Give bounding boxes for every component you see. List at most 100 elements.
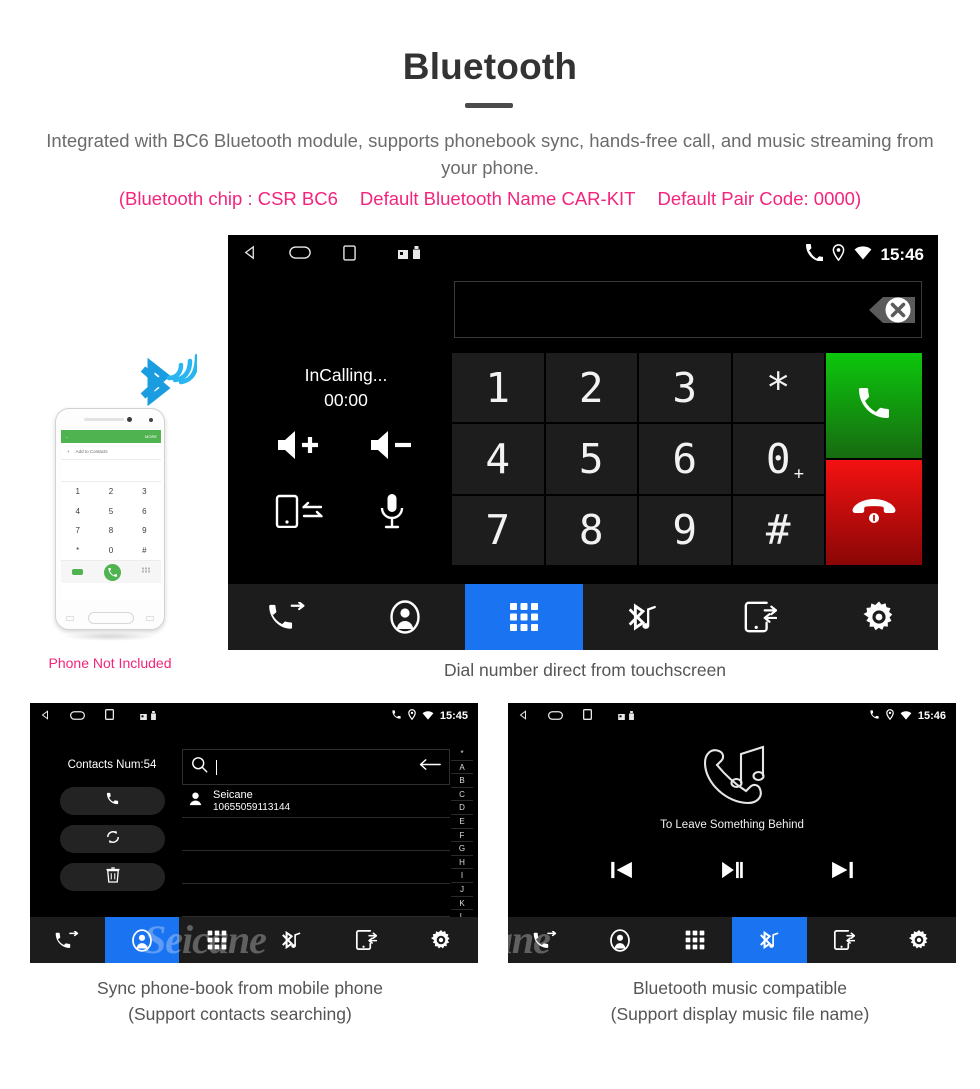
sidebar-item-contacts[interactable] bbox=[104, 917, 180, 963]
plus-icon: + bbox=[67, 448, 70, 454]
recents-icon[interactable] bbox=[343, 244, 356, 266]
recents-icon[interactable] bbox=[105, 707, 114, 725]
key-4[interactable]: 4 bbox=[452, 424, 544, 494]
music-controls[interactable] bbox=[508, 861, 956, 879]
sidebar-item-device-connect[interactable] bbox=[701, 584, 819, 650]
mute-microphone-button[interactable] bbox=[356, 490, 428, 532]
sidebar-item-device-connect[interactable] bbox=[807, 917, 882, 963]
sidebar-item-settings[interactable] bbox=[820, 584, 938, 650]
key-7[interactable]: 7 bbox=[452, 495, 544, 565]
sidebar-item-settings[interactable] bbox=[403, 917, 478, 963]
sidebar-item-call-log[interactable] bbox=[228, 584, 346, 650]
contacts-action-buttons[interactable] bbox=[60, 787, 165, 901]
alpha-index-item[interactable]: J bbox=[451, 883, 473, 897]
sidebar-item-dialpad[interactable] bbox=[657, 917, 732, 963]
page-title: Bluetooth bbox=[402, 46, 578, 87]
alpha-index-item[interactable]: F bbox=[451, 829, 473, 843]
volume-up-button[interactable] bbox=[263, 425, 335, 465]
music-nav-bar[interactable] bbox=[508, 917, 956, 963]
delete-contacts-button[interactable] bbox=[60, 863, 165, 891]
alpha-index-item[interactable]: C bbox=[451, 788, 473, 802]
alpha-index-item[interactable]: A bbox=[451, 761, 473, 775]
key-5[interactable]: 5 bbox=[545, 424, 637, 494]
phone-videocall-icon bbox=[71, 569, 83, 575]
phone-handset-icon bbox=[854, 383, 894, 428]
alpha-index-item[interactable]: I bbox=[451, 869, 473, 883]
volume-down-button[interactable] bbox=[356, 425, 428, 465]
home-icon[interactable] bbox=[548, 707, 563, 725]
alpha-index-item[interactable]: * bbox=[451, 747, 473, 761]
phone-sensor-icon bbox=[127, 417, 132, 422]
status-time: 15:46 bbox=[880, 245, 924, 264]
alpha-index-item[interactable]: H bbox=[451, 856, 473, 870]
sidebar-item-bluetooth-music[interactable] bbox=[732, 917, 807, 963]
phone-add-label: Add to Contacts bbox=[75, 448, 108, 454]
dial-contact-button[interactable] bbox=[60, 787, 165, 815]
alpha-index-item[interactable]: D bbox=[451, 801, 473, 815]
sidebar-item-dialpad[interactable] bbox=[464, 584, 583, 650]
phone-key: 9 bbox=[142, 526, 147, 536]
list-item-empty bbox=[182, 884, 450, 917]
back-icon[interactable] bbox=[242, 245, 257, 265]
phone-key: 1 bbox=[75, 487, 80, 497]
sidebar-item-contacts[interactable] bbox=[583, 917, 658, 963]
contacts-list[interactable]: Seicane 10655059113144 bbox=[182, 785, 450, 917]
key-2[interactable]: 2 bbox=[545, 353, 637, 423]
list-item[interactable]: Seicane 10655059113144 bbox=[182, 785, 450, 818]
alpha-index-item[interactable]: B bbox=[451, 774, 473, 788]
key-8[interactable]: 8 bbox=[545, 495, 637, 565]
sidebar-item-dialpad[interactable] bbox=[179, 917, 254, 963]
phone-icon bbox=[805, 244, 824, 266]
key-label: 5 bbox=[578, 434, 604, 483]
sidebar-item-bluetooth-music[interactable] bbox=[254, 917, 329, 963]
play-pause-button[interactable] bbox=[721, 861, 743, 879]
alpha-index-item[interactable]: K bbox=[451, 897, 473, 911]
home-icon[interactable] bbox=[289, 246, 311, 264]
home-icon[interactable] bbox=[70, 707, 85, 725]
key-9[interactable]: 9 bbox=[639, 495, 731, 565]
sidebar-item-settings[interactable] bbox=[881, 917, 956, 963]
key-3[interactable]: 3 bbox=[639, 353, 731, 423]
phone-action-row bbox=[61, 560, 161, 583]
key-1[interactable]: 1 bbox=[452, 353, 544, 423]
sidebar-item-bluetooth-music[interactable] bbox=[583, 584, 701, 650]
dial-input-field[interactable] bbox=[454, 281, 922, 338]
sd-card-icon bbox=[398, 246, 408, 264]
key-star[interactable]: * bbox=[732, 353, 824, 423]
alpha-index-item[interactable]: G bbox=[451, 842, 473, 856]
clear-input-button[interactable] bbox=[853, 290, 915, 330]
phone-camera-icon bbox=[149, 417, 153, 422]
call-timer: 00:00 bbox=[324, 390, 368, 410]
transfer-audio-button[interactable] bbox=[263, 490, 335, 532]
phone-back-key bbox=[146, 616, 154, 621]
back-icon[interactable] bbox=[518, 707, 528, 725]
sidebar-item-contacts[interactable] bbox=[346, 584, 464, 650]
key-0[interactable]: 0 + bbox=[732, 424, 824, 494]
avatar bbox=[188, 791, 203, 811]
call-button[interactable] bbox=[826, 353, 922, 458]
search-input[interactable] bbox=[182, 749, 450, 785]
recents-icon[interactable] bbox=[583, 707, 592, 725]
key-6[interactable]: 6 bbox=[639, 424, 731, 494]
trash-icon bbox=[106, 866, 120, 888]
key-hash[interactable]: # bbox=[732, 495, 824, 565]
alphabet-index[interactable]: * A B C D E F G H I J K L M bbox=[451, 747, 473, 938]
hangup-button[interactable] bbox=[826, 460, 922, 565]
sync-contacts-button[interactable] bbox=[60, 825, 165, 853]
dial-keypad[interactable]: 1 2 3 * 4 5 6 0 + 7 8 9 # bbox=[452, 353, 824, 565]
previous-track-button[interactable] bbox=[611, 861, 633, 879]
alpha-index-item[interactable]: E bbox=[451, 815, 473, 829]
music-status-bar: 15:46 bbox=[508, 703, 956, 729]
sidebar-item-call-log[interactable] bbox=[30, 917, 105, 963]
dialer-nav-bar[interactable] bbox=[228, 584, 938, 650]
search-back-button[interactable] bbox=[419, 758, 441, 776]
back-icon[interactable] bbox=[40, 707, 50, 725]
next-track-button[interactable] bbox=[831, 861, 853, 879]
contacts-nav-bar[interactable] bbox=[30, 917, 478, 963]
sidebar-item-device-connect[interactable] bbox=[329, 917, 404, 963]
key-label: 2 bbox=[578, 363, 604, 412]
status-time: 15:46 bbox=[917, 710, 946, 722]
phone-hangup-icon bbox=[852, 495, 896, 530]
contacts-status-bar: 15:45 bbox=[30, 703, 478, 729]
sidebar-item-call-log[interactable] bbox=[508, 917, 583, 963]
